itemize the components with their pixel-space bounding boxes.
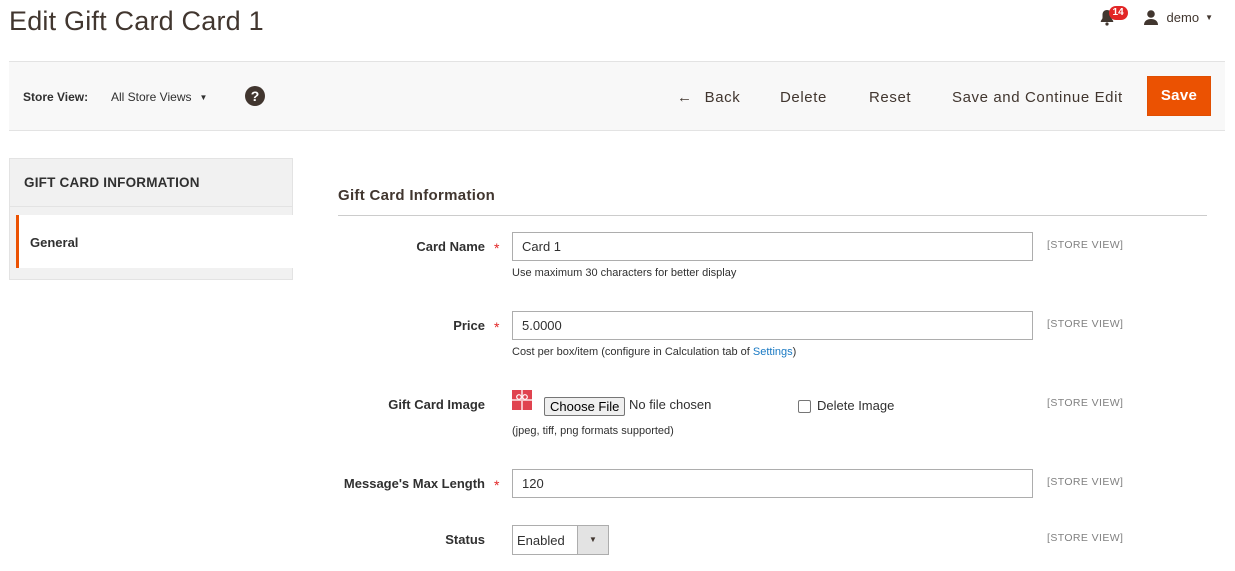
status-label: Status bbox=[445, 532, 485, 547]
no-file-chosen-text: No file chosen bbox=[629, 397, 712, 412]
price-note-suffix: ) bbox=[792, 346, 797, 358]
store-view-scope-label: [STORE VIEW] bbox=[1047, 239, 1124, 251]
card-name-input[interactable] bbox=[512, 232, 1033, 261]
page-actions-bar: Store View: All Store Views ▼ ? ← Back D… bbox=[9, 61, 1225, 131]
back-button[interactable]: ← Back bbox=[677, 89, 740, 106]
user-icon bbox=[1143, 10, 1158, 25]
store-view-scope-label: [STORE VIEW] bbox=[1047, 318, 1124, 330]
store-view-scope-label: [STORE VIEW] bbox=[1047, 476, 1124, 488]
help-icon[interactable]: ? bbox=[245, 86, 265, 106]
required-marker: * bbox=[494, 477, 500, 493]
section-divider bbox=[338, 215, 1207, 216]
gift-card-image-thumbnail[interactable] bbox=[512, 390, 532, 410]
store-view-scope-label: [STORE VIEW] bbox=[1047, 532, 1124, 544]
store-view-switcher[interactable]: All Store Views ▼ bbox=[111, 90, 207, 104]
notifications-button[interactable]: 14 bbox=[1099, 6, 1128, 28]
header-actions: 14 demo ▼ bbox=[1099, 6, 1213, 28]
user-menu[interactable]: demo ▼ bbox=[1143, 9, 1213, 25]
gift-card-image-label: Gift Card Image bbox=[388, 397, 485, 412]
settings-link[interactable]: Settings bbox=[753, 346, 793, 358]
delete-image-checkbox[interactable] bbox=[798, 400, 811, 413]
chevron-down-icon: ▼ bbox=[199, 92, 208, 102]
delete-button[interactable]: Delete bbox=[780, 89, 827, 106]
price-label: Price bbox=[453, 318, 485, 333]
price-note-text: Cost per box/item (configure in Calculat… bbox=[512, 346, 753, 358]
chevron-down-icon: ▼ bbox=[577, 526, 608, 554]
sidebar-item-general[interactable]: General bbox=[16, 215, 293, 268]
reset-button[interactable]: Reset bbox=[869, 89, 911, 106]
store-view-scope-label: [STORE VIEW] bbox=[1047, 397, 1124, 409]
message-max-length-label: Message's Max Length bbox=[343, 476, 485, 491]
gift-icon bbox=[512, 390, 532, 410]
save-and-continue-button[interactable]: Save and Continue Edit bbox=[952, 89, 1123, 106]
choose-file-button[interactable]: Choose File bbox=[544, 397, 626, 416]
image-formats-note: (jpeg, tiff, png formats supported) bbox=[512, 425, 674, 437]
section-title: Gift Card Information bbox=[338, 187, 496, 204]
card-name-label: Card Name bbox=[416, 239, 485, 254]
sidebar-header: GIFT CARD INFORMATION bbox=[10, 159, 292, 207]
user-name: demo bbox=[1166, 9, 1200, 25]
delete-image-label[interactable]: Delete Image bbox=[817, 398, 894, 413]
price-note: Cost per box/item (configure in Calculat… bbox=[512, 346, 796, 358]
message-max-length-input[interactable] bbox=[512, 469, 1033, 498]
back-button-label: Back bbox=[704, 89, 741, 106]
price-input[interactable] bbox=[512, 311, 1033, 340]
store-view-label: Store View: bbox=[23, 90, 89, 104]
required-marker: * bbox=[494, 319, 500, 335]
sidebar-tabs: GIFT CARD INFORMATION General bbox=[9, 158, 293, 280]
arrow-left-icon: ← bbox=[677, 89, 693, 106]
status-select-value: Enabled bbox=[517, 533, 565, 548]
status-select[interactable]: Enabled ▼ bbox=[512, 525, 609, 555]
card-name-note: Use maximum 30 characters for better dis… bbox=[512, 267, 737, 279]
page-title: Edit Gift Card Card 1 bbox=[9, 6, 264, 36]
required-marker: * bbox=[494, 240, 500, 256]
store-view-value: All Store Views bbox=[111, 90, 192, 104]
notification-count-badge: 14 bbox=[1108, 6, 1128, 20]
save-button[interactable]: Save bbox=[1147, 76, 1211, 116]
chevron-down-icon: ▼ bbox=[1205, 12, 1213, 22]
